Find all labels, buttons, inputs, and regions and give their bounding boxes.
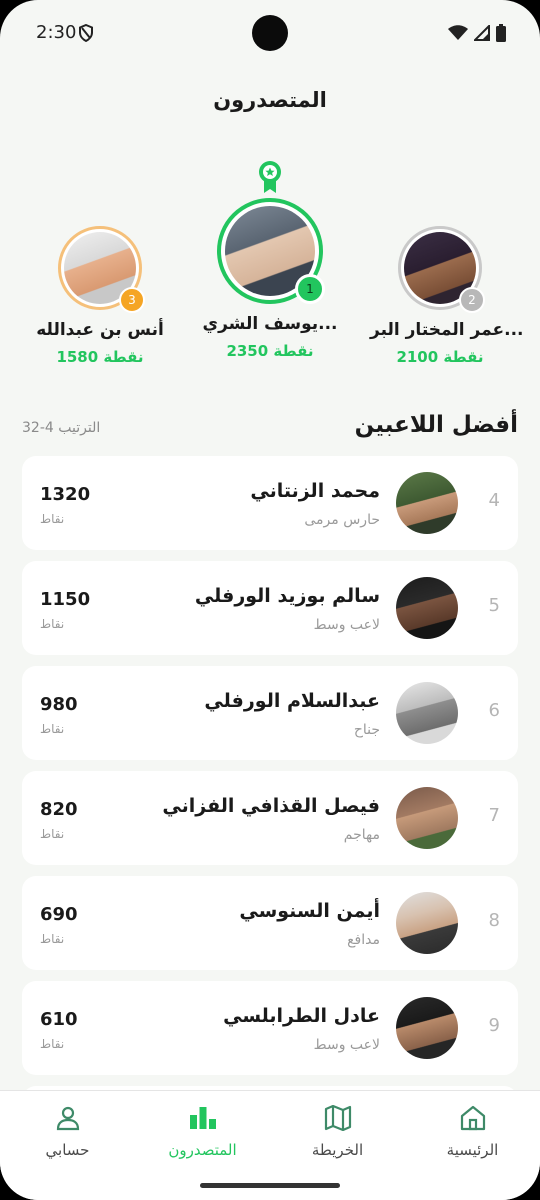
score-unit: نقاط <box>40 512 65 526</box>
nav-home-label: الرئيسية <box>446 1141 499 1159</box>
list-item[interactable]: 8 أيمن السنوسي مدافع 690 نقاط <box>22 876 518 970</box>
signal-icon <box>472 23 490 45</box>
leaderboard-icon <box>135 1101 270 1135</box>
player-name: أيمن السنوسي <box>239 900 380 922</box>
list-item[interactable]: 6 عبدالسلام الورفلي جناح 980 نقاط <box>22 666 518 760</box>
rank-badge: 1 <box>295 274 325 304</box>
score-unit: نقاط <box>40 617 65 631</box>
avatar <box>396 892 458 954</box>
podium-name: عمر المختار البر... <box>370 320 524 340</box>
avatar: 3 <box>58 226 145 313</box>
avatar <box>396 472 458 534</box>
player-rank: 8 <box>488 910 500 931</box>
avatar <box>396 577 458 639</box>
avatar: 2 <box>398 226 485 313</box>
player-rank: 9 <box>488 1015 500 1036</box>
player-score: 1150 <box>40 589 91 610</box>
score-unit: نقاط <box>40 1037 65 1051</box>
player-role: مهاجم <box>343 827 380 843</box>
score-unit: نقاط <box>40 932 65 946</box>
avatar <box>396 682 458 744</box>
medal-icon <box>190 160 350 198</box>
score-unit: نقاط <box>40 722 65 736</box>
player-rank: 7 <box>488 805 500 826</box>
nav-leaders-label: المتصدرون <box>168 1141 237 1159</box>
avatar <box>396 787 458 849</box>
podium-points: 1580 نقطة <box>56 348 144 366</box>
avatar: 1 <box>217 198 325 304</box>
home-indicator[interactable] <box>200 1183 340 1188</box>
map-icon <box>270 1101 405 1135</box>
player-score: 980 <box>40 694 78 715</box>
score-unit: نقاط <box>40 827 65 841</box>
player-name: سالم بوزيد الورفلي <box>194 585 380 607</box>
camera-cutout <box>252 15 288 51</box>
nav-leaders[interactable]: المتصدرون <box>135 1101 270 1159</box>
rank-badge: 2 <box>459 287 485 313</box>
player-score: 690 <box>40 904 78 925</box>
nav-account-label: حسابي <box>45 1141 90 1159</box>
list-item[interactable]: 4 محمد الزنتاني حارس مرمى 1320 نقاط <box>22 456 518 550</box>
list-item[interactable]: 5 سالم بوزيد الورفلي لاعب وسط 1150 نقاط <box>22 561 518 655</box>
player-role: جناح <box>353 722 380 738</box>
player-score: 1320 <box>40 484 91 505</box>
player-name: عادل الطرابلسي <box>223 1005 380 1027</box>
player-role: مدافع <box>347 932 380 948</box>
podium-second[interactable]: 2 عمر المختار البر... 2100 نقطة <box>370 226 524 366</box>
bottom-nav: حسابي المتصدرون الخريطة الرئيسية <box>0 1090 540 1200</box>
podium-first[interactable]: 1 يوسف الشري... 2350 نقطة <box>190 160 350 360</box>
nav-home[interactable]: الرئيسية <box>405 1101 540 1159</box>
avatar <box>396 997 458 1059</box>
user-icon <box>0 1101 135 1135</box>
player-rank: 5 <box>488 595 500 616</box>
player-role: حارس مرمى <box>304 512 380 528</box>
player-name: عبدالسلام الورفلي <box>204 690 380 712</box>
section-title: أفضل اللاعبين <box>354 412 518 438</box>
home-icon <box>405 1101 540 1135</box>
nav-map-label: الخريطة <box>311 1141 364 1159</box>
player-rank: 4 <box>488 490 500 511</box>
list-item[interactable]: 7 فيصل القذافي الفزاني مهاجم 820 نقاط <box>22 771 518 865</box>
status-time: 2:30 <box>36 22 77 43</box>
podium-name: يوسف الشري... <box>202 314 338 334</box>
podium-points: 2100 نقطة <box>396 348 484 366</box>
podium-points: 2350 نقطة <box>226 342 314 360</box>
player-name: محمد الزنتاني <box>250 480 380 502</box>
shield-icon <box>78 23 94 46</box>
page-title: المتصدرون <box>213 88 327 112</box>
status-bar: 2:30 <box>0 0 540 66</box>
nav-map[interactable]: الخريطة <box>270 1101 405 1159</box>
list-item[interactable]: 9 عادل الطرابلسي لاعب وسط 610 نقاط <box>22 981 518 1075</box>
podium-third[interactable]: 3 أنس بن عبدالله 1580 نقطة <box>30 226 170 366</box>
section-header: أفضل اللاعبين الترتيب 4-32 <box>22 412 518 446</box>
player-score: 610 <box>40 1009 78 1030</box>
rank-badge: 3 <box>119 287 145 313</box>
battery-icon <box>496 24 506 46</box>
section-subtitle: الترتيب 4-32 <box>22 420 101 436</box>
player-score: 820 <box>40 799 78 820</box>
player-role: لاعب وسط <box>313 617 380 633</box>
player-name: فيصل القذافي الفزاني <box>162 795 380 817</box>
nav-account[interactable]: حسابي <box>0 1101 135 1159</box>
screen: 2:30 المتصدرون 1 يوسف الشري... 2350 نقطة… <box>0 0 540 1200</box>
wifi-icon <box>448 25 468 45</box>
player-list: 4 محمد الزنتاني حارس مرمى 1320 نقاط 5 سا… <box>22 456 518 1191</box>
podium-name: أنس بن عبدالله <box>36 320 164 340</box>
player-role: لاعب وسط <box>313 1037 380 1053</box>
player-rank: 6 <box>488 700 500 721</box>
